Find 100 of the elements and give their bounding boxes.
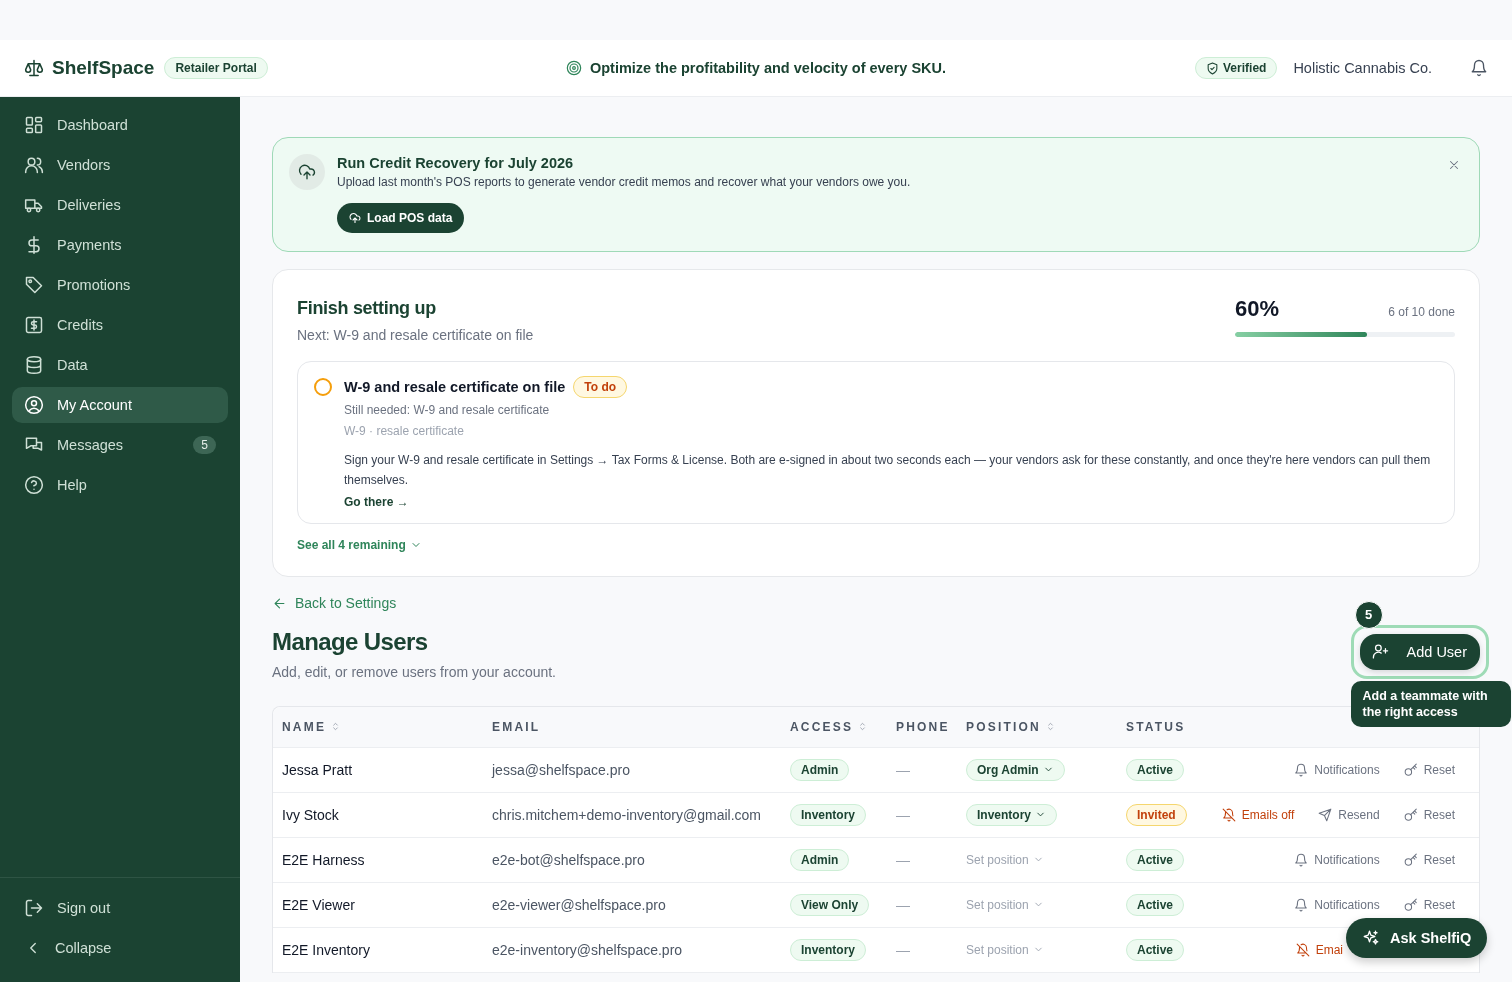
sidebar-item[interactable]: Deliveries [12, 187, 228, 223]
see-all-link[interactable]: See all 4 remaining [297, 538, 422, 552]
step-title: W-9 and resale certificate on file [344, 379, 566, 395]
cloud-upload-icon [349, 212, 361, 224]
sidebar-item[interactable]: Help [12, 467, 228, 503]
step-items: W-9 · resale certificate [344, 424, 465, 438]
access-badge: Inventory [790, 938, 866, 961]
sidebar-item[interactable]: Dashboard [12, 107, 228, 143]
position-dropdown[interactable]: Inventory [966, 803, 1057, 826]
users-icon [24, 155, 44, 175]
sidebar-item[interactable]: Credits [12, 307, 228, 343]
portal-badge: Retailer Portal [164, 57, 268, 79]
notifications-link[interactable]: Notifications [1294, 897, 1380, 912]
column-header[interactable]: ACCESS [790, 719, 896, 734]
close-icon[interactable] [1447, 158, 1461, 172]
column-header: PHONE [896, 719, 951, 734]
go-there-link[interactable]: Go there → [344, 495, 409, 509]
emails-off-link[interactable]: Emails off [1221, 807, 1295, 822]
banner-text: Upload last month's POS reports to generate vendor credit memos and recover what your vendors owe you. [337, 175, 911, 189]
receipt-icon [24, 315, 44, 335]
scale-icon [24, 58, 44, 78]
sparkle-icon [1362, 929, 1380, 947]
sidebar-item[interactable]: Payments [12, 227, 228, 263]
phone-cell-text: — [896, 851, 911, 868]
phone-cell-text: — [896, 806, 911, 823]
user-name: Jessa Pratt [282, 761, 354, 778]
sidebar-item[interactable]: Data [12, 347, 228, 383]
user-email: jessa@shelfspace.pro [492, 761, 631, 778]
page-title: Manage Users [272, 627, 429, 656]
sidebar-item[interactable]: My Account [12, 387, 228, 423]
account-name[interactable]: Holistic Cannabis Co. [1293, 60, 1432, 76]
status-badge: Invited [1126, 803, 1187, 826]
user-email: e2e-bot@shelfspace.pro [492, 851, 646, 868]
column-header[interactable]: POSITION [966, 719, 1126, 734]
status-badge: Active [1126, 848, 1185, 871]
bell-off-icon [1221, 807, 1236, 822]
user-email: chris.mitchem+demo-inventory@gmail.com [492, 806, 762, 823]
column-header: STATUS [1126, 719, 1187, 734]
page-subtitle: Add, edit, or remove users from your account. [272, 663, 556, 680]
sidebar-item[interactable]: Messages 5 [12, 427, 228, 463]
bell-off-icon [1295, 942, 1310, 957]
banner-title: Run Credit Recovery for July 2026 [337, 155, 575, 171]
cloud-upload-icon [298, 163, 316, 181]
target-icon [565, 60, 582, 76]
dashboard-icon [24, 115, 44, 135]
access-badge: Admin [790, 758, 850, 781]
status-badge: Active [1126, 893, 1185, 916]
key-icon [1403, 852, 1418, 867]
reset-link[interactable]: Reset [1403, 897, 1455, 912]
load-pos-button[interactable]: Load POS data [337, 203, 465, 233]
status-badge: To do [573, 376, 628, 398]
shield-check-icon [1206, 61, 1220, 75]
user-email: e2e-inventory@shelfspace.pro [492, 941, 684, 958]
arrow-left-icon [272, 595, 287, 611]
resend-link[interactable]: Resend [1318, 807, 1380, 822]
column-header: EMAIL [492, 719, 542, 734]
verified-badge: Verified [1195, 57, 1278, 79]
add-user-button[interactable]: Add User [1359, 633, 1480, 670]
step-needed: Still needed: W-9 and resale certificate [344, 403, 551, 417]
key-icon [1403, 762, 1418, 777]
tooltip: Add a teammate with the right access [1350, 680, 1511, 727]
user-name: E2E Inventory [282, 941, 371, 958]
user-name: Ivy Stock [282, 806, 340, 823]
reset-link[interactable]: Reset [1403, 762, 1455, 777]
column-header[interactable]: NAME [282, 719, 492, 734]
unread-count-badge: 5 [193, 436, 216, 454]
setup-subtitle: Next: W-9 and resale certificate on file [297, 327, 534, 343]
brand-name[interactable]: ShelfSpace [52, 57, 155, 79]
ask-assistant-button[interactable]: Ask ShelfiQ [1346, 918, 1488, 958]
database-icon [24, 355, 44, 375]
key-icon [1403, 897, 1418, 912]
bell-icon [1294, 852, 1309, 867]
position-dropdown[interactable]: Org Admin [966, 758, 1065, 781]
sidebar-item[interactable]: Collapse [12, 930, 228, 966]
progress-percent: 60% [1235, 296, 1280, 322]
sidebar-item[interactable]: Vendors [12, 147, 228, 183]
status-badge: Active [1126, 938, 1185, 961]
progress-count: 6 of 10 done [1388, 305, 1455, 319]
user-name: E2E Harness [282, 851, 366, 868]
back-link[interactable]: Back to Settings [272, 595, 397, 611]
setup-title: Finish setting up [297, 298, 437, 319]
reset-link[interactable]: Reset [1403, 852, 1455, 867]
access-badge: View Only [790, 893, 870, 916]
step-description: Sign your W-9 and resale certificate in Settings → Tax Forms & License. Both are e-signed in about two seconds each — your vendors ask for these constantly, and once they're here vendors can pull them themselves. [344, 452, 1432, 489]
send-icon [1318, 807, 1333, 822]
notifications-link[interactable]: Notifications [1294, 852, 1380, 867]
user-plus-icon [1371, 643, 1389, 660]
reset-link[interactable]: Reset [1403, 807, 1455, 822]
phone-cell-text: — [896, 896, 911, 913]
notifications-link[interactable]: Notifications [1294, 762, 1380, 777]
sidebar-item[interactable]: Promotions [12, 267, 228, 303]
notifications-icon[interactable] [1470, 59, 1488, 77]
sign-out-icon [24, 898, 44, 918]
tag-icon [24, 275, 44, 295]
access-badge: Admin [790, 848, 850, 871]
sidebar-item[interactable]: Sign out [12, 890, 228, 926]
phone-cell-text: — [896, 941, 911, 958]
bell-icon [1294, 762, 1309, 777]
status-badge: Active [1126, 758, 1185, 781]
emails-off-link[interactable]: Emai [1295, 942, 1343, 957]
